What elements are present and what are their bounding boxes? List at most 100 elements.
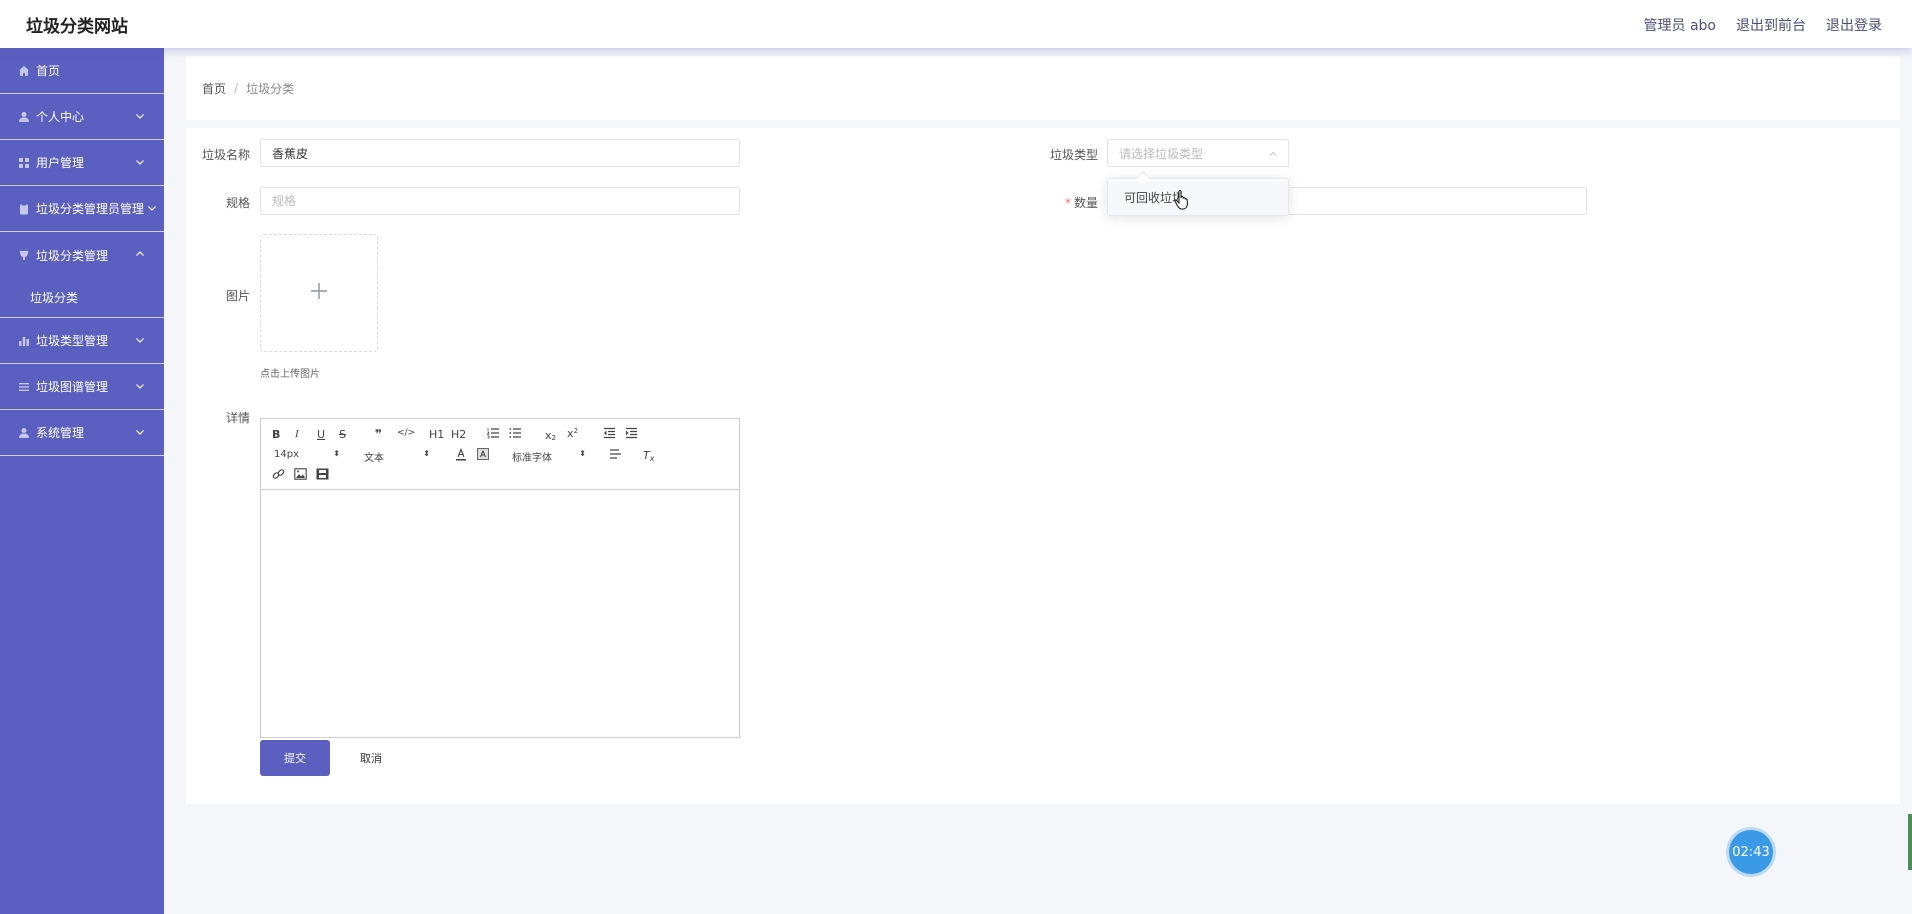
upload-tip: 点击上传图片: [260, 369, 320, 380]
image-icon[interactable]: [294, 468, 307, 480]
submit-button[interactable]: 提交: [260, 740, 330, 776]
type-select-placeholder: 请选择垃圾类型: [1119, 146, 1204, 161]
bullet-list-icon[interactable]: [509, 427, 522, 439]
underline-icon[interactable]: U: [317, 428, 325, 441]
sidebar-item-label: 垃圾类型管理: [36, 334, 109, 348]
spec-label: 规格: [225, 196, 250, 210]
grid-icon: [18, 157, 30, 169]
timer-badge[interactable]: 02:43: [1729, 830, 1773, 874]
heading-select-value: 文本: [364, 453, 384, 464]
sidebar-item-home[interactable]: 首页: [0, 48, 164, 94]
top-links: 管理员 abo 退出到前台 退出登录: [1644, 15, 1882, 35]
bar-chart-icon: [18, 335, 30, 347]
chevron-down-icon: [134, 334, 146, 346]
background-color-icon[interactable]: [477, 448, 489, 460]
chevron-down-icon: [146, 202, 158, 214]
sidebar-item-type-management[interactable]: 垃圾类型管理: [0, 318, 164, 364]
detail-label: 详情: [225, 411, 250, 425]
type-dropdown: 可回收垃圾: [1107, 170, 1289, 216]
name-input[interactable]: [260, 139, 740, 167]
spec-input[interactable]: [260, 187, 740, 215]
sidebar-subitem-classification[interactable]: 垃圾分类: [0, 278, 164, 318]
outdent-icon[interactable]: [603, 427, 616, 439]
font-size-select[interactable]: 14px ⬍: [274, 449, 340, 460]
sidebar-item-user-management[interactable]: 用户管理: [0, 140, 164, 186]
trash-icon: [18, 249, 30, 261]
logout-link[interactable]: 退出登录: [1826, 15, 1882, 35]
site-title: 垃圾分类网站: [26, 17, 128, 37]
ordered-list-icon[interactable]: [487, 427, 500, 439]
back-to-front-link[interactable]: 退出到前台: [1736, 15, 1806, 35]
list-icon: [18, 381, 30, 393]
chevron-down-icon: [134, 156, 146, 168]
chevron-up-icon: [134, 248, 146, 260]
image-uploader[interactable]: [260, 234, 378, 352]
indent-icon[interactable]: [625, 427, 638, 439]
type-select[interactable]: 请选择垃圾类型: [1107, 139, 1289, 167]
top-header: 垃圾分类网站 管理员 abo 退出到前台 退出登录: [0, 0, 1912, 48]
sidebar-item-admin-management[interactable]: 垃圾分类管理员管理: [0, 186, 164, 232]
sidebar-item-label: 垃圾图谱管理: [36, 380, 109, 394]
sidebar-item-label: 用户管理: [36, 156, 85, 170]
sidebar-item-classification-management[interactable]: 垃圾分类管理: [0, 232, 164, 278]
quote-icon[interactable]: ❞: [375, 427, 382, 441]
heading-select[interactable]: 文本 ⬍: [364, 449, 430, 464]
breadcrumb-home[interactable]: 首页: [202, 80, 226, 97]
font-family-select[interactable]: 标准字体 ⬍: [512, 449, 586, 464]
code-icon[interactable]: </>: [397, 428, 415, 438]
superscript-icon[interactable]: x2: [567, 427, 578, 441]
breadcrumb-current: 垃圾分类: [246, 81, 295, 96]
sidebar-item-label: 系统管理: [36, 426, 85, 440]
chevron-down-icon: [134, 110, 146, 122]
up-down-icon: ⬍: [579, 449, 586, 458]
bold-icon[interactable]: B: [272, 428, 280, 441]
heading2-icon[interactable]: H2: [451, 428, 466, 441]
user-icon: [18, 111, 30, 123]
italic-icon[interactable]: I: [295, 428, 299, 440]
align-icon[interactable]: [609, 448, 622, 460]
text-color-icon[interactable]: [455, 448, 467, 461]
sidebar-item-label: 首页: [36, 64, 61, 78]
up-down-icon: ⬍: [423, 449, 430, 458]
cancel-button[interactable]: 取消: [336, 740, 406, 776]
qty-label: * 数量: [1034, 194, 1098, 211]
heading1-label: H1: [429, 428, 445, 441]
clear-format-icon[interactable]: Tx: [643, 448, 654, 463]
subscript-icon[interactable]: x2: [545, 428, 556, 443]
video-icon[interactable]: [316, 468, 329, 480]
plus-icon: [309, 281, 329, 305]
home-icon: [18, 65, 30, 77]
sidebar-item-personal-center[interactable]: 个人中心: [0, 94, 164, 140]
link-icon[interactable]: [272, 468, 285, 481]
required-mark: *: [1064, 196, 1071, 210]
chevron-up-icon: [1268, 148, 1278, 158]
sidebar-item-atlas-management[interactable]: 垃圾图谱管理: [0, 364, 164, 410]
qty-label-text: 数量: [1073, 196, 1098, 210]
form-panel: 垃圾名称 垃圾类型 请选择垃圾类型 规格 *数量 可回收垃圾 图片 点击上传图片…: [186, 128, 1900, 804]
sidebar-item-label: 个人中心: [36, 110, 85, 124]
clipboard-icon: [18, 203, 30, 215]
user-icon: [18, 427, 30, 439]
admin-label[interactable]: 管理员 abo: [1644, 15, 1716, 35]
strike-icon[interactable]: S: [339, 428, 346, 441]
sidebar-item-label: 垃圾分类管理: [36, 248, 109, 263]
font-family-value: 标准字体: [512, 453, 552, 464]
breadcrumb: 首页 / 垃圾分类: [186, 56, 1900, 120]
font-size-value: 14px: [274, 449, 299, 460]
hand-cursor-icon: [1174, 189, 1190, 214]
editor-content[interactable]: [261, 490, 739, 737]
chevron-down-icon: [134, 380, 146, 392]
sidebar: 首页 个人中心 用户管理 垃圾分类管理员管理 垃圾分类管理 垃圾分类 垃圾类型管…: [0, 48, 164, 914]
heading1-icon[interactable]: H1: [429, 428, 444, 441]
type-option-recyclable[interactable]: 可回收垃圾: [1108, 181, 1288, 215]
heading2-label: H2: [451, 428, 467, 441]
name-label: 垃圾名称: [201, 148, 250, 162]
type-label: 垃圾类型: [1049, 148, 1098, 162]
up-down-icon: ⬍: [333, 449, 340, 458]
image-label: 图片: [225, 289, 250, 303]
sidebar-item-system-management[interactable]: 系统管理: [0, 410, 164, 456]
breadcrumb-separator: /: [234, 81, 239, 95]
side-tab[interactable]: [1908, 814, 1912, 870]
editor-toolbar: B I U S ❞ </> H1 H2 x2 x2 14px ⬍ 文本 ⬍ 标准…: [261, 419, 739, 490]
rich-text-editor: B I U S ❞ </> H1 H2 x2 x2 14px ⬍ 文本 ⬍ 标准…: [260, 418, 740, 738]
